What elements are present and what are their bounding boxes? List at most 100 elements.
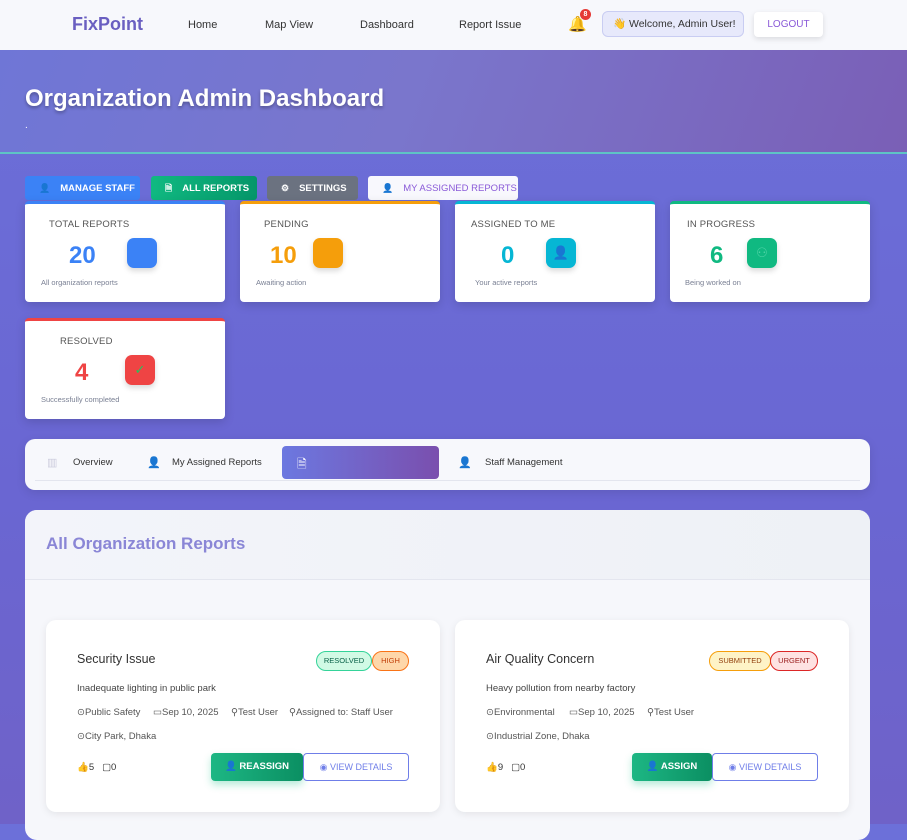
clock-icon [313,238,343,268]
assign-button[interactable]: 👤 ASSIGN [632,753,712,781]
stat-sub: Being worked on [685,278,741,287]
manage-staff-button[interactable]: 👤 MANAGE STAFF [25,176,140,200]
report-description: Heavy pollution from nearby factory [486,683,636,694]
page-title: Organization Admin Dashboard [25,85,385,112]
reassign-button[interactable]: 👤 REASSIGN [211,753,303,781]
user-plus-icon: 👤 [646,761,661,772]
stat-sub: Awaiting action [256,278,307,287]
tab-staff-management[interactable]: Staff Management [485,457,562,468]
gear-icon: ⚙ [281,183,290,193]
button-label: REASSIGN [239,761,290,772]
nav-dashboard[interactable]: Dashboard [360,19,414,31]
stat-card-pending: PENDING 10 Awaiting action [240,201,440,302]
nav-home[interactable]: Home [188,19,217,31]
tab-divider [35,480,860,481]
nav-map-view[interactable]: Map View [265,19,313,31]
top-navbar: FixPoint Home Map View Dashboard Report … [0,0,907,50]
category: Public Safety [84,707,141,718]
nav-report-issue[interactable]: Report Issue [459,19,521,31]
view-details-button[interactable]: ◉ VIEW DETAILS [303,753,409,781]
user-plus-icon: 👤 [382,183,394,193]
my-assigned-reports-button[interactable]: 👤 MY ASSIGNED REPORTS [368,176,518,200]
logout-button[interactable]: LOGOUT [754,12,823,37]
reports-icon [127,238,157,268]
thumbs-up-icon[interactable]: 👍 [77,762,89,773]
reporter: Test User [237,707,279,718]
pin-icon: ⊙ [486,731,494,742]
stat-card-assigned: ASSIGNED TO ME 0 👤 Your active reports [455,201,655,302]
button-label: VIEW DETAILS [330,762,393,772]
date: Sep 10, 2025 [577,707,635,718]
location: City Park, Dhaka [84,731,157,742]
pin-icon: ⊙ [486,707,494,718]
tab-bar: ▥ Overview 👤 My Assigned Reports 🗎 👤 Sta… [25,439,870,490]
stat-card-resolved: RESOLVED 4 ✓ Successfully completed [25,318,225,419]
comment-count: 0 [520,762,526,773]
eye-icon: ◉ [728,762,739,772]
calendar-icon: ▭ [569,707,578,718]
notification-badge: 8 [580,9,591,20]
stat-label: IN PROGRESS [687,219,756,230]
reports-panel: All Organization Reports Security Issue … [25,510,870,840]
check-circle-icon: ✓ [125,355,155,385]
panel-title: All Organization Reports [46,534,246,553]
stat-value: 0 [501,242,515,269]
user-plus-icon: 👤 [39,183,51,193]
thumbs-up-icon[interactable]: 👍 [486,762,498,773]
button-label: MY ASSIGNED REPORTS [403,183,517,194]
tab-overview[interactable]: Overview [73,457,113,468]
category: Environmental [493,707,555,718]
status-badge: RESOLVED [316,651,372,671]
button-label: VIEW DETAILS [739,762,802,772]
pin-icon: ⊙ [77,731,85,742]
priority-badge: URGENT [770,651,818,671]
page-subtitle: . [25,120,28,131]
tab-my-assigned-reports[interactable]: My Assigned Reports [172,457,262,468]
report-title: Security Issue [77,652,156,666]
chart-icon: ▥ [47,457,58,469]
stat-sub: All organization reports [41,278,118,287]
button-label: MANAGE STAFF [60,183,135,194]
button-label: ALL REPORTS [182,183,250,194]
date: Sep 10, 2025 [161,707,219,718]
settings-button[interactable]: ⚙ SETTINGS [267,176,358,200]
logo[interactable]: FixPoint [72,14,143,35]
users-icon: ⚇ [747,238,777,268]
stat-label: TOTAL REPORTS [49,219,130,230]
stat-label: RESOLVED [60,336,113,347]
stat-card-total: TOTAL REPORTS 20 All organization report… [25,201,225,302]
stat-value: 10 [270,242,297,269]
eye-icon: ◉ [319,762,330,772]
tab-all-reports[interactable]: 🗎 [282,446,439,479]
stat-sub: Successfully completed [41,395,120,404]
calendar-icon: ▭ [153,707,162,718]
assigned-to: Assigned to: Staff User [295,707,393,718]
report-card: Air Quality Concern SUBMITTED URGENT Hea… [455,620,849,812]
status-badge: SUBMITTED [709,651,771,671]
report-title: Air Quality Concern [486,652,595,666]
comment-count: 0 [111,762,117,773]
document-icon: 🗎 [297,457,307,471]
user-icon: 👤 [458,457,472,469]
user-check-icon: 👤 [546,238,576,268]
all-reports-button[interactable]: 🗎 ALL REPORTS [151,176,257,200]
view-details-button[interactable]: ◉ VIEW DETAILS [712,753,818,781]
report-description: Inadequate lighting in public park [77,683,216,694]
report-card: Security Issue RESOLVED HIGH Inadequate … [46,620,440,812]
reporter: Test User [653,707,695,718]
user-icon: ⚲ [647,707,654,718]
button-label: SETTINGS [299,183,347,194]
user-icon: ⚲ [231,707,238,718]
button-label: ASSIGN [660,761,698,772]
like-count: 9 [497,762,504,773]
comment-icon[interactable]: ▢ [511,762,520,773]
user-plus-icon: ⚲ [289,707,296,718]
user-plus-icon: 👤 [224,761,240,772]
pin-icon: ⊙ [77,707,85,718]
user-icon: 👤 [147,457,161,469]
comment-icon[interactable]: ▢ [102,762,111,773]
stat-label: ASSIGNED TO ME [471,219,556,230]
stat-card-in-progress: IN PROGRESS 6 ⚇ Being worked on [670,201,870,302]
stat-label: PENDING [264,219,309,230]
like-count: 5 [88,762,95,773]
